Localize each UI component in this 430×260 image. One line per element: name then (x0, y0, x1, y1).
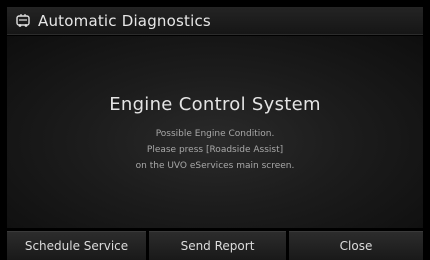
window-title: Automatic Diagnostics (38, 11, 211, 30)
close-button[interactable]: Close (289, 231, 423, 260)
diagnostics-panel: Engine Control System Possible Engine Co… (7, 36, 423, 228)
action-bar: Schedule Service Send Report Close (7, 231, 423, 260)
message-line: Possible Engine Condition. (155, 129, 275, 139)
message-line: Please press [Roadside Assist] (146, 145, 284, 155)
message-line: on the UVO eServices main screen. (135, 161, 295, 171)
system-heading: Engine Control System (109, 94, 321, 115)
send-report-button[interactable]: Send Report (149, 231, 286, 260)
diagnostics-screen: Automatic Diagnostics Engine Control Sys… (0, 0, 430, 260)
title-bar: Automatic Diagnostics (7, 7, 423, 35)
condition-message: Possible Engine Condition. Please press … (7, 126, 423, 174)
car-diagnostics-icon (15, 13, 31, 29)
schedule-service-button[interactable]: Schedule Service (7, 231, 146, 260)
